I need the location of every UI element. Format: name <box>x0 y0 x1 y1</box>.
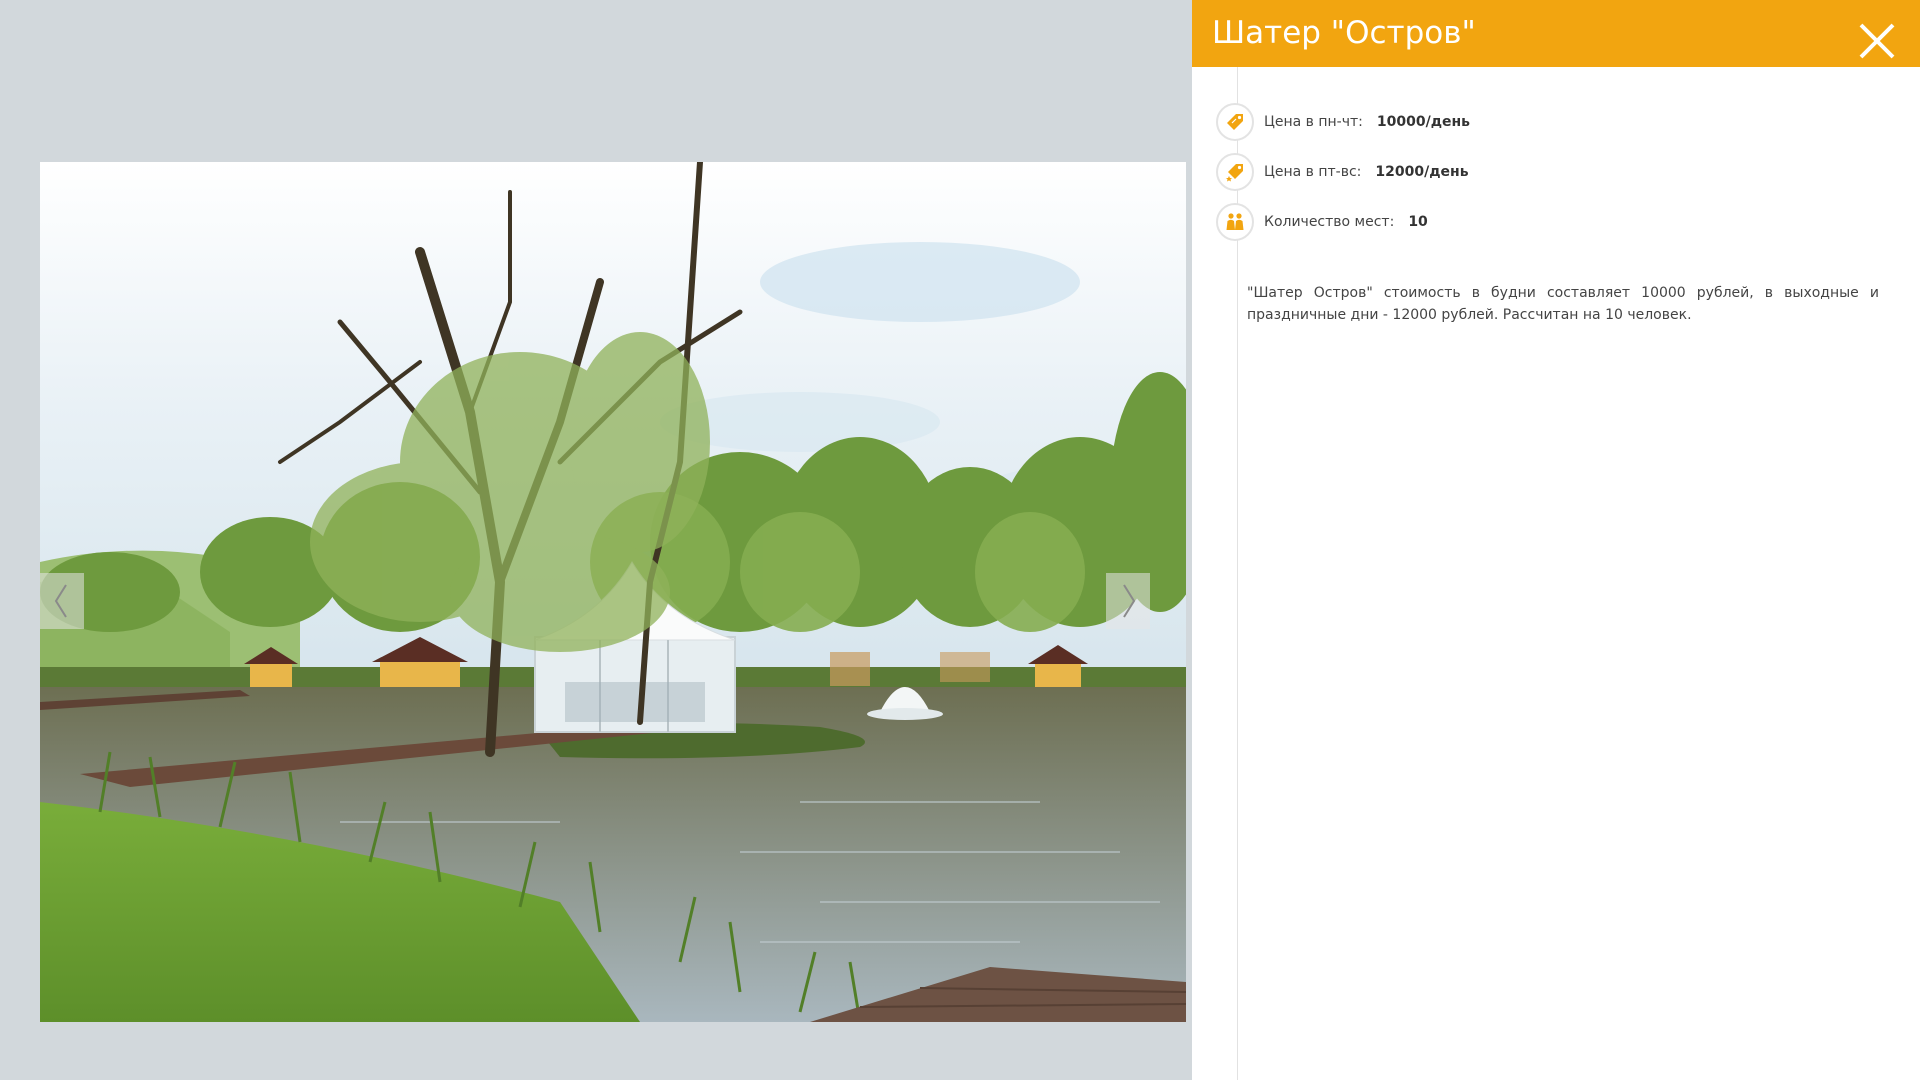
chevron-right-icon <box>1123 584 1136 618</box>
price-tag-star-icon-badge <box>1216 153 1254 191</box>
gallery-prev-button[interactable] <box>40 573 84 629</box>
people-icon-badge <box>1216 203 1254 241</box>
lake-tent-scene <box>40 162 1186 1022</box>
page-title: Шатер "Остров" <box>1212 15 1476 51</box>
photo-gallery <box>0 0 1192 1080</box>
info-row-seats: Количество мест: 10 <box>1216 201 1428 243</box>
close-icon <box>1859 23 1895 59</box>
info-row-weekday-price: Цена в пн-чт: 10000/день <box>1216 101 1470 143</box>
price-tag-icon-badge <box>1216 103 1254 141</box>
panel-header: Шатер "Остров" <box>1192 0 1920 67</box>
weekend-price-value: 12000/день <box>1375 164 1469 180</box>
gallery-photo <box>40 162 1186 1022</box>
people-icon <box>1226 213 1244 230</box>
description-text: "Шатер Остров" стоимость в будни составл… <box>1247 285 1879 323</box>
seats-label: Количество мест: <box>1264 214 1395 230</box>
chevron-left-icon <box>54 584 67 618</box>
weekday-price-label: Цена в пн-чт: <box>1264 114 1363 130</box>
info-row-weekend-price: Цена в пт-вс: 12000/день <box>1216 151 1469 193</box>
price-tag-icon <box>1227 114 1243 130</box>
weekend-price-label: Цена в пт-вс: <box>1264 164 1362 180</box>
gallery-next-button[interactable] <box>1106 573 1150 629</box>
details-panel: Шатер "Остров" Цена в пн-чт: 10000/день <box>1192 0 1920 1080</box>
close-button[interactable] <box>1856 20 1898 62</box>
seats-value: 10 <box>1408 214 1428 230</box>
weekday-price-value: 10000/день <box>1376 114 1471 130</box>
price-tag-star-icon <box>1224 164 1243 184</box>
